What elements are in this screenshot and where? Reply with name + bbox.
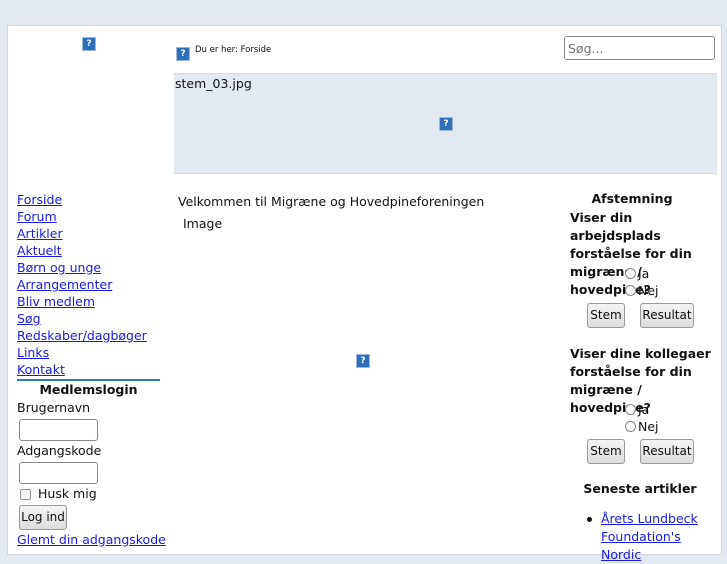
broken-image-icon: ? [176,47,190,61]
broken-image-icon: ? [356,354,370,368]
nav-forum[interactable]: Forum [17,208,147,225]
option-label: Nej [638,419,659,434]
poll1-results-button[interactable]: Resultat [640,303,694,328]
poll2-option-ja[interactable]: Ja [625,402,649,417]
password-label: Adgangskode [17,443,102,458]
login-button[interactable]: Log ind [19,505,67,530]
username-label: Brugernavn [17,400,91,415]
username-field[interactable] [19,419,98,441]
nav-arrangementer[interactable]: Arrangementer [17,276,147,293]
option-label: Ja [638,266,650,281]
remember-checkbox[interactable] [20,489,31,500]
nav-links[interactable]: Links [17,344,147,361]
nav-bliv-medlem[interactable]: Bliv medlem [17,293,147,310]
poll-title: Afstemning [591,191,673,206]
nav-aktuelt[interactable]: Aktuelt [17,242,147,259]
broken-image-icon: ? [439,117,453,131]
poll2-results-button[interactable]: Resultat [640,439,694,464]
poll1-vote-button[interactable]: Stem [587,303,625,328]
option-label: Nej [638,283,659,298]
latest-article-link[interactable]: Årets Lundbeck Foundation's Nordic [601,510,721,564]
poll1-option-ja[interactable]: Ja [625,266,649,281]
poll2-vote-button[interactable]: Stem [587,439,625,464]
nav-forside[interactable]: Forside [17,191,147,208]
bullet [587,517,592,522]
welcome-heading: Velkommen til Migræne og Hovedpineforeni… [178,194,485,209]
image-alt-text: Image [183,216,223,231]
nav-sog[interactable]: Søg [17,310,147,327]
search-input[interactable] [564,36,715,60]
password-field[interactable] [19,462,98,484]
banner-image: stem_03.jpg ? [174,73,717,174]
broken-image-icon: ? [82,37,96,51]
nav-kontakt[interactable]: Kontakt [17,361,147,378]
remember-label: Husk mig [38,486,97,501]
nav-born-og-unge[interactable]: Børn og unge [17,259,147,276]
nav-redskaber[interactable]: Redskaber/dagbøger [17,327,147,344]
breadcrumb: Du er her: Forside [195,45,272,55]
poll1-option-nej[interactable]: Nej [625,283,659,298]
option-label: Ja [638,402,650,417]
nav-artikler[interactable]: Artikler [17,225,147,242]
poll2-option-nej[interactable]: Nej [625,419,659,434]
divider [17,379,160,381]
banner-alt-text: stem_03.jpg [175,76,252,91]
latest-articles-title: Seneste artikler [583,481,697,496]
login-title: Medlemslogin [39,382,138,397]
main-nav: Forside Forum Artikler Aktuelt Børn og u… [17,191,147,378]
